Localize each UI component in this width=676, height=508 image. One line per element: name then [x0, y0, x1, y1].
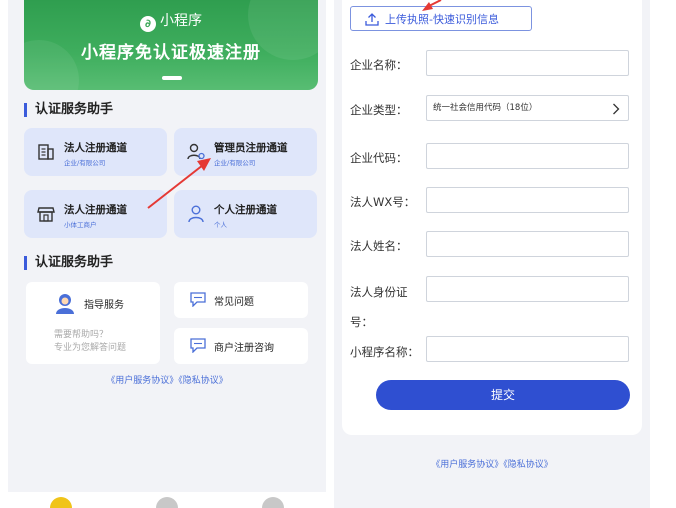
- right-phone-screen: 上传执照-快速识别信息 企业名称： 企业类型： 统一社会信用代码（18位） 企业…: [334, 0, 650, 508]
- mini-program-name-label: 小程序名称：: [350, 345, 419, 359]
- company-type-value: 统一社会信用代码（18位）: [433, 103, 538, 113]
- chat-bubble-icon: [190, 338, 206, 353]
- faq-label: 常见问题: [214, 297, 254, 308]
- upload-icon: [365, 13, 379, 26]
- company-code-label: 企业代码：: [350, 151, 408, 165]
- legal-name-label: 法人姓名：: [350, 239, 408, 253]
- legal-name-input[interactable]: [426, 231, 629, 257]
- agreement-links[interactable]: 《用户服务协议》《隐私协议》: [334, 457, 650, 470]
- merchant-consult-card[interactable]: 商户注册咨询: [174, 328, 308, 364]
- annotation-arrow-icon: [147, 158, 211, 209]
- guide-help-description: 专业为您解答问题: [54, 343, 127, 353]
- legal-wx-input[interactable]: [426, 187, 629, 213]
- legal-wx-label: 法人WX号：: [350, 195, 416, 209]
- company-code-input[interactable]: [426, 143, 629, 169]
- legal-id-input[interactable]: [426, 276, 629, 302]
- annotation-arrow-icon: [422, 0, 442, 11]
- chat-bubble-icon: [190, 292, 206, 307]
- section-title-service-helper-2: 认证服务助手: [24, 256, 113, 270]
- agreement-links[interactable]: 《用户服务协议》《隐私协议》: [8, 373, 326, 386]
- mini-program-name-input[interactable]: [426, 336, 629, 362]
- guide-help-question: 需要帮助吗？: [54, 330, 109, 340]
- legal-id-label-continued: 号：: [350, 315, 373, 329]
- merchant-consult-label: 商户注册咨询: [214, 343, 274, 354]
- company-name-input[interactable]: [426, 50, 629, 76]
- registration-form-card: 上传执照-快速识别信息 企业名称： 企业类型： 统一社会信用代码（18位） 企业…: [342, 0, 642, 435]
- guide-service-card[interactable]: 指导服务 需要帮助吗？ 专业为您解答问题: [26, 282, 160, 364]
- guide-service-label: 指导服务: [84, 300, 124, 311]
- customer-service-icon: [56, 294, 74, 314]
- faq-card[interactable]: 常见问题: [174, 282, 308, 318]
- chevron-right-icon: [613, 103, 620, 115]
- company-name-label: 企业名称：: [350, 58, 408, 72]
- company-type-select[interactable]: 统一社会信用代码（18位）: [426, 95, 629, 121]
- left-phone-screen: ∂ 小程序 小程序免认证极速注册 认证服务助手 法人注册通道 企业/有限公司 管理…: [8, 0, 326, 508]
- legal-id-label: 法人身份证: [350, 285, 408, 299]
- company-type-label: 企业类型：: [350, 103, 408, 117]
- submit-button[interactable]: 提交: [376, 380, 630, 410]
